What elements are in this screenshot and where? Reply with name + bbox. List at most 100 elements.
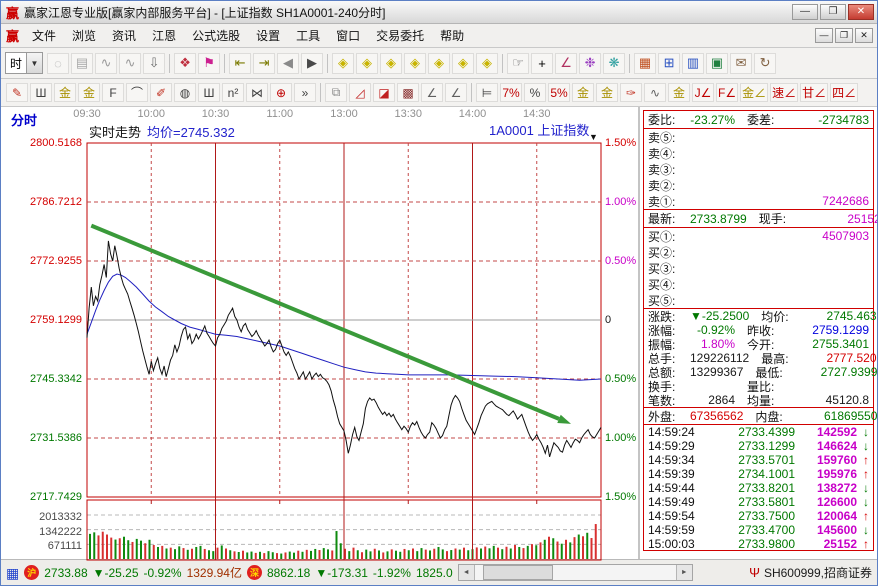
gann-right-icon[interactable]: ◈ (356, 53, 378, 74)
circle-tool-icon[interactable]: ◍ (174, 83, 196, 102)
tick-row[interactable]: 15:00:032733.980025152↑ (644, 537, 873, 551)
four-angle-icon[interactable]: 四∠ (830, 83, 858, 102)
prev-icon[interactable]: ◀ (277, 53, 299, 74)
pct7-tool-icon[interactable]: 7% (500, 83, 522, 102)
buy-level-row[interactable]: 买②: (644, 244, 873, 260)
waipan-row[interactable]: 外盘:67356562内盘:61869550 (644, 408, 873, 424)
scale-ruler-icon[interactable]: ⊨ (476, 83, 498, 102)
mirror-tool-icon[interactable]: ⋈ (246, 83, 268, 102)
gold-comb2-icon[interactable]: 金 (78, 83, 100, 102)
memo-icon[interactable]: ▤ (71, 53, 93, 74)
menu-item-8[interactable]: 窗口 (328, 24, 368, 47)
stats-row[interactable]: 笔数:2864均量:45120.8 (644, 393, 873, 407)
pencil-tool-icon[interactable]: ✎ (6, 83, 28, 102)
n2-tool-icon[interactable]: n² (222, 83, 244, 102)
crosshair-tool-icon[interactable]: + (531, 53, 553, 74)
pin-tool-icon[interactable]: ⇩ (143, 53, 165, 74)
sell-level-row[interactable]: 卖③: (644, 161, 873, 177)
neural-tool-icon[interactable]: ❋ (603, 53, 625, 74)
mdi-restore-button[interactable]: ❐ (835, 28, 853, 43)
intraday-chart[interactable] (1, 107, 638, 563)
tick-row[interactable]: 14:59:292733.1299146624↓ (644, 439, 873, 453)
gann-rose-icon[interactable]: ❖ (174, 53, 196, 74)
trend-arrow-line[interactable] (91, 226, 559, 419)
arc-tool-icon[interactable]: ⌒ (126, 83, 148, 102)
gann-flower-icon[interactable]: ❉ (579, 53, 601, 74)
fib-lines-icon[interactable]: F (102, 83, 124, 102)
calculator-icon[interactable]: ⊞ (658, 53, 680, 74)
latest-row[interactable]: 最新:2733.8799现手:25152 (644, 210, 873, 227)
gold-angle-icon[interactable]: 金∠ (740, 83, 768, 102)
tick-row[interactable]: 14:59:592733.4700145600↓ (644, 523, 873, 537)
j-angle-icon[interactable]: J∠ (692, 83, 714, 102)
scrollbar-thumb[interactable] (483, 565, 553, 580)
menu-item-6[interactable]: 设置 (248, 24, 288, 47)
menu-item-5[interactable]: 公式选股 (184, 24, 248, 47)
mail-icon[interactable]: ✉ (730, 53, 752, 74)
sell-level-row[interactable]: 卖①:7242686 (644, 193, 873, 209)
gold-line-icon[interactable]: 金 (596, 83, 618, 102)
dark-grid-icon[interactable]: ▩ (397, 83, 419, 102)
tick-row[interactable]: 14:59:242733.4399142592↓ (644, 425, 873, 439)
gold-box-icon[interactable]: 金 (668, 83, 690, 102)
window-minimize-button[interactable]: — (792, 4, 818, 20)
period-combo[interactable]: 时 ▼ (5, 52, 43, 74)
mdi-minimize-button[interactable]: — (815, 28, 833, 43)
mdi-close-button[interactable]: ✕ (855, 28, 873, 43)
gann-left-icon[interactable]: ◈ (332, 53, 354, 74)
menu-item-4[interactable]: 江恩 (144, 24, 184, 47)
menu-item-2[interactable]: 浏览 (64, 24, 104, 47)
gann-vshrink-icon[interactable]: ◈ (452, 53, 474, 74)
menu-item-1[interactable]: 文件 (24, 24, 64, 47)
flag-tool-icon[interactable]: ⚑ (198, 53, 220, 74)
last-page-icon[interactable]: ⇥ (253, 53, 275, 74)
menu-item-10[interactable]: 帮助 (432, 24, 472, 47)
angle-line1-icon[interactable]: ∠ (421, 83, 443, 102)
weibi-row[interactable]: 委比:-23.27%委差:-2734783 (644, 111, 873, 128)
scroll-left-icon[interactable]: ◄ (459, 565, 475, 580)
buy-level-row[interactable]: 买④: (644, 276, 873, 292)
next-icon[interactable]: ▶ (301, 53, 323, 74)
sh-index-price[interactable]: 2733.88 (44, 566, 87, 580)
gan-angle-icon[interactable]: 甘∠ (800, 83, 828, 102)
first-page-icon[interactable]: ⇤ (229, 53, 251, 74)
angle-tool-icon[interactable]: ∠ (555, 53, 577, 74)
tick-row[interactable]: 14:59:342733.5701159760↑ (644, 453, 873, 467)
hand-tool-icon[interactable]: ☞ (507, 53, 529, 74)
more-tools-icon[interactable]: » (294, 83, 316, 102)
menu-item-3[interactable]: 资讯 (104, 24, 144, 47)
angle-line2-icon[interactable]: ∠ (445, 83, 467, 102)
sell-level-row[interactable]: 卖④: (644, 145, 873, 161)
target-tool-icon[interactable]: ⊕ (270, 83, 292, 102)
gann-vexpand-icon[interactable]: ◈ (428, 53, 450, 74)
gann-center-icon[interactable]: ◈ (476, 53, 498, 74)
buy-level-row[interactable]: 买①:4507903 (644, 228, 873, 244)
sell-level-row[interactable]: 卖②: (644, 177, 873, 193)
calendar-icon[interactable]: ▦ (634, 53, 656, 74)
ray-fan-icon[interactable]: ◿ (349, 83, 371, 102)
gold-circle-icon[interactable]: 金 (572, 83, 594, 102)
refresh-icon[interactable]: ↻ (754, 53, 776, 74)
tick-row[interactable]: 14:59:392734.1001195976↑ (644, 467, 873, 481)
chevron-down-icon[interactable]: ▼ (26, 53, 42, 73)
box-select-icon[interactable]: ⧉ (325, 83, 347, 102)
buy-level-row[interactable]: 买③: (644, 260, 873, 276)
menu-item-9[interactable]: 交易委托 (368, 24, 432, 47)
window-close-button[interactable]: ✕ (848, 4, 874, 20)
tick-row[interactable]: 14:59:542733.7500120064↑ (644, 509, 873, 523)
ruler-comb-icon[interactable]: Ш (198, 83, 220, 102)
gold-comb1-icon[interactable]: 金 (54, 83, 76, 102)
notebook-icon[interactable]: ▥ (682, 53, 704, 74)
square-fan-icon[interactable]: ◪ (373, 83, 395, 102)
save-icon[interactable]: ▣ (706, 53, 728, 74)
ink-tool-icon[interactable]: ✑ (620, 83, 642, 102)
tick-row[interactable]: 14:59:442733.8201138272↓ (644, 481, 873, 495)
comb-grid-icon[interactable]: Ш (30, 83, 52, 102)
sell-level-row[interactable]: 卖⑤: (644, 129, 873, 145)
pct-tool-icon[interactable]: % (524, 83, 546, 102)
wave-tool-icon[interactable]: ∿ (644, 83, 666, 102)
gann-shape-icon[interactable]: ◌ (47, 53, 69, 74)
pct5-tool-icon[interactable]: 5% (548, 83, 570, 102)
horizontal-scrollbar[interactable]: ◄ ► (458, 564, 693, 581)
buy-level-row[interactable]: 买⑤: (644, 292, 873, 308)
